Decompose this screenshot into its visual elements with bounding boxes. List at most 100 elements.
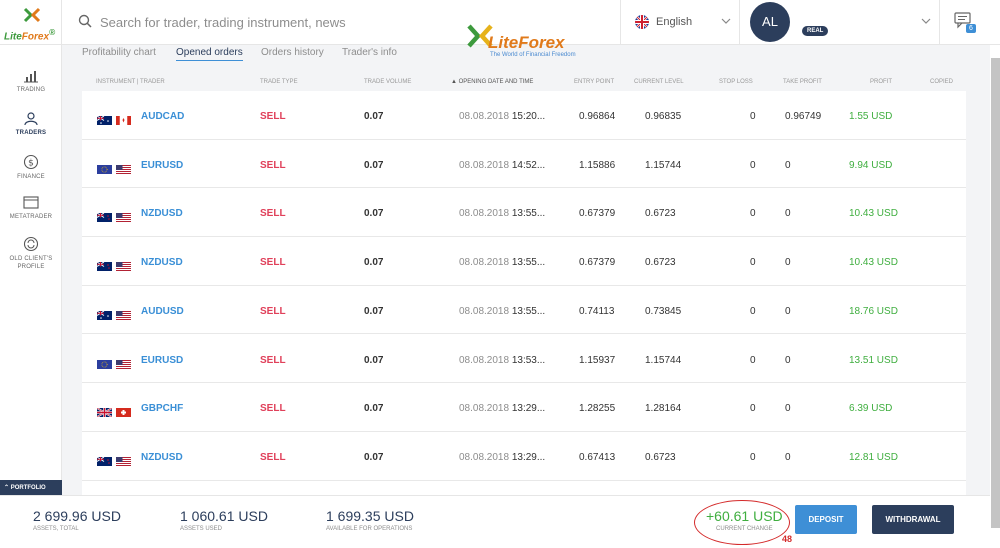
column-header-take-profit[interactable]: TAKE PROFIT xyxy=(783,79,822,85)
opening-date: 08.08.2018 13:55... xyxy=(459,305,546,317)
sidebar-item-old-clients-profile[interactable]: OLD CLIENT'S PROFILE xyxy=(0,236,62,271)
highlight-ellipse xyxy=(694,500,790,545)
available-funds-label: AVAILABLE FOR OPERATIONS xyxy=(326,526,413,532)
scrollbar[interactable] xyxy=(991,58,1000,528)
logo[interactable]: LiteForex® xyxy=(0,0,62,45)
trade-volume: 0.07 xyxy=(364,257,384,269)
profit: 6.39 USD xyxy=(849,403,893,415)
sidebar-item-finance[interactable]: $ FINANCE xyxy=(0,154,62,181)
instrument-link[interactable]: AUDUSD xyxy=(141,306,184,317)
current-level: 0.6723 xyxy=(645,451,676,463)
tab-traders-info[interactable]: Trader's info xyxy=(342,47,397,58)
chart-icon xyxy=(24,71,38,83)
instrument-link[interactable]: NZDUSD xyxy=(141,257,183,268)
currency-flags xyxy=(96,404,131,418)
table-row[interactable]: AUDUSD SELL 0.07 08.08.2018 13:55... 0.7… xyxy=(82,286,966,335)
current-level: 1.28164 xyxy=(645,403,682,415)
stop-loss: 0 xyxy=(750,354,756,366)
portfolio-toggle[interactable]: ⌃ PORTFOLIO xyxy=(0,480,62,495)
chevron-down-icon[interactable] xyxy=(921,16,931,26)
sidebar: TRADING TRADERS $ FINANCE METATRADER OLD… xyxy=(0,45,62,480)
take-profit: 0 xyxy=(785,451,791,463)
dollar-icon: $ xyxy=(23,154,39,170)
flag-ca-icon xyxy=(116,112,131,125)
column-header-current-level[interactable]: CURRENT LEVEL xyxy=(634,79,684,85)
brand-name: LiteForex xyxy=(488,33,565,52)
table-row[interactable]: NZDUSD SELL 0.07 08.08.2018 13:55... 0.6… xyxy=(82,188,966,238)
tab-opened-orders[interactable]: Opened orders xyxy=(176,47,243,61)
opening-date: 08.08.2018 13:29... xyxy=(459,403,546,415)
instrument-link[interactable]: NZDUSD xyxy=(141,208,183,219)
chevron-down-icon xyxy=(721,18,731,24)
column-header-stop-loss[interactable]: STOP LOSS xyxy=(719,79,753,85)
avatar[interactable]: AL xyxy=(750,2,790,42)
sidebar-item-metatrader[interactable]: METATRADER xyxy=(0,196,62,221)
column-header-profit[interactable]: PROFIT xyxy=(870,79,892,85)
withdrawal-button[interactable]: WITHDRAWAL xyxy=(872,505,954,534)
instrument-link[interactable]: GBPCHF xyxy=(141,403,183,414)
available-funds-value: 1 699.35 USD xyxy=(326,508,414,524)
profit: 10.43 USD xyxy=(849,257,898,269)
instrument-link[interactable]: EURUSD xyxy=(141,160,183,171)
column-header-copied[interactable]: COPIED xyxy=(930,79,953,85)
notifications-button[interactable]: 6 xyxy=(940,0,990,45)
table-row[interactable]: EURUSD SELL 0.07 08.08.2018 14:52... 1.1… xyxy=(82,140,966,189)
stop-loss: 0 xyxy=(750,208,756,220)
deposit-button[interactable]: DEPOSIT xyxy=(795,505,857,534)
flag-nz-icon xyxy=(96,209,112,223)
flag-us-icon xyxy=(116,258,131,272)
currency-flags xyxy=(96,209,131,223)
profit: 1.55 USD xyxy=(849,111,893,122)
take-profit: 0 xyxy=(785,257,791,269)
entry-point: 0.67379 xyxy=(579,208,616,220)
trade-type: SELL xyxy=(260,403,286,415)
table-row[interactable]: NZDUSD SELL 0.07 08.08.2018 13:29... 0.6… xyxy=(82,432,966,481)
table-row[interactable]: GBPCHF SELL 0.07 08.08.2018 13:29... 1.2… xyxy=(82,383,966,432)
assets-used: 1 060.61 USD ASSETS USED xyxy=(180,508,268,532)
table-row[interactable]: AUDCAD SELL 0.07 08.08.2018 15:20... 0.9… xyxy=(82,91,966,140)
assets-total-value: 2 699.96 USD xyxy=(33,508,121,524)
sidebar-item-trading[interactable]: TRADING xyxy=(0,69,62,94)
stop-loss: 0 xyxy=(750,159,756,171)
sidebar-item-label: METATRADER xyxy=(9,214,53,220)
language-selector[interactable]: English xyxy=(620,0,740,45)
instrument-link[interactable]: AUDCAD xyxy=(141,111,184,122)
sidebar-item-label: TRADERS xyxy=(15,130,47,136)
account-menu[interactable]: AL REAL xyxy=(740,0,940,45)
currency-flags xyxy=(96,307,131,320)
column-header-trade-type[interactable]: TRADE TYPE xyxy=(260,79,298,85)
current-level: 0.6723 xyxy=(645,208,676,220)
column-header-entry-point[interactable]: ENTRY POINT xyxy=(574,79,614,85)
trade-type: SELL xyxy=(260,451,286,463)
search-icon[interactable] xyxy=(78,14,92,28)
main-content: Profitability chart Opened orders Orders… xyxy=(62,45,990,523)
tab-profitability-chart[interactable]: Profitability chart xyxy=(82,47,156,58)
table-row[interactable]: NZDUSD SELL 0.07 08.08.2018 13:55... 0.6… xyxy=(82,237,966,286)
column-header-trade-volume[interactable]: TRADE VOLUME xyxy=(364,79,411,85)
profit: 13.51 USD xyxy=(849,354,898,366)
entry-point: 0.67379 xyxy=(579,257,616,269)
opening-date: 08.08.2018 14:52... xyxy=(459,159,546,171)
column-header-instrument[interactable]: INSTRUMENT | TRADER xyxy=(96,79,165,85)
assets-total-label: ASSETS, TOTAL xyxy=(33,526,79,532)
tab-orders-history[interactable]: Orders history xyxy=(261,47,324,58)
entry-point: 1.15937 xyxy=(579,354,616,366)
assets-total: 2 699.96 USD ASSETS, TOTAL xyxy=(33,508,121,532)
trade-type: SELL xyxy=(260,257,286,269)
current-level: 0.73845 xyxy=(645,305,682,317)
sidebar-item-traders[interactable]: TRADERS xyxy=(0,112,62,137)
column-header-opening-date[interactable]: ▲ OPENING DATE AND TIME xyxy=(451,79,533,85)
take-profit: 0 xyxy=(785,403,791,415)
flag-us-icon xyxy=(116,161,131,174)
entry-point: 0.96864 xyxy=(579,111,616,122)
flag-us-icon xyxy=(116,356,131,369)
assets-used-label: ASSETS USED xyxy=(180,526,223,532)
flag-us-icon xyxy=(116,453,131,466)
trade-volume: 0.07 xyxy=(364,159,384,171)
instrument-link[interactable]: NZDUSD xyxy=(141,452,183,463)
portfolio-label: PORTFOLIO xyxy=(10,485,46,491)
table-row[interactable]: EURUSD SELL 0.07 08.08.2018 13:53... 1.1… xyxy=(82,335,966,384)
instrument-link[interactable]: EURUSD xyxy=(141,355,183,366)
app-root: LiteForex® English AL REAL xyxy=(0,0,1000,548)
profit: 12.81 USD xyxy=(849,451,898,463)
